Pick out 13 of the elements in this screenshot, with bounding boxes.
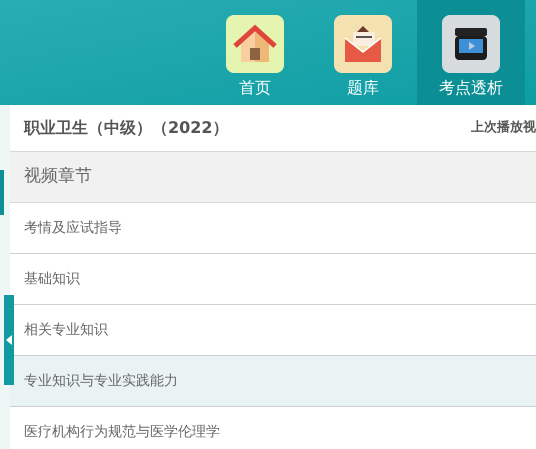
nav-tab[interactable]: 首页 [201,0,309,105]
nav-tab[interactable]: 考点透析 [417,0,525,105]
collapse-handle[interactable] [4,295,14,385]
envelope-icon [334,15,392,73]
section-header: 视频章节 [10,151,536,203]
last-played-link[interactable]: 上次播放视 [471,118,536,138]
caret-icon [6,335,12,345]
house-icon [226,15,284,73]
nav-tab[interactable]: 题库 [309,0,417,105]
side-marker [0,170,4,215]
chapter-item[interactable]: 专业知识与专业实践能力 [10,356,536,407]
clapperboard-icon [442,15,500,73]
course-title: 职业卫生（中级）（2022） [24,117,229,139]
